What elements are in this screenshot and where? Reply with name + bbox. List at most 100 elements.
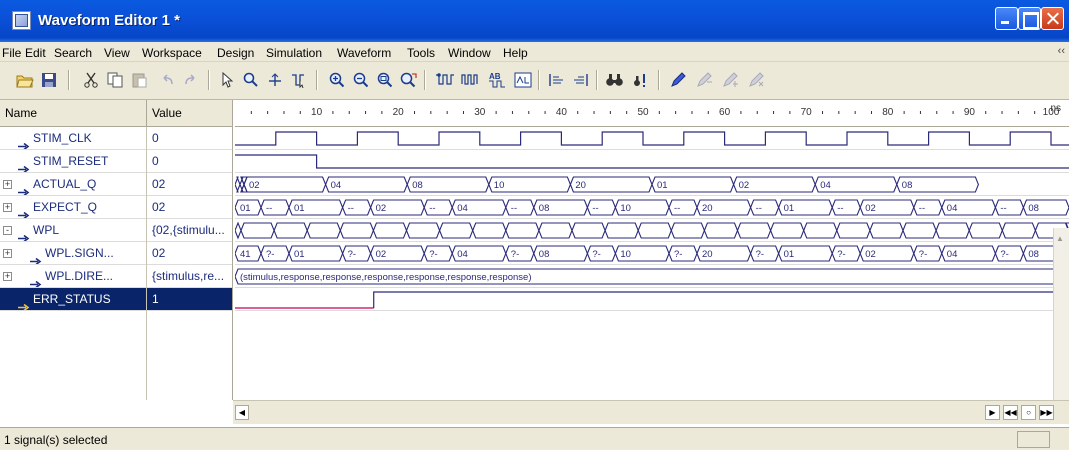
align-left-icon[interactable] [546,69,568,91]
zoom-icon[interactable] [240,69,262,91]
menu-tools[interactable]: Tools [407,46,435,60]
signal-row[interactable]: - WPL [0,219,146,242]
expand-icon[interactable]: + [3,272,12,281]
signal-name: ACTUAL_Q [33,177,97,191]
bus-segment [306,222,341,239]
vertical-scrollbar[interactable]: ▲ [1053,228,1069,400]
copy-icon[interactable] [104,69,126,91]
expand-icon[interactable]: + [3,203,12,212]
signal-row[interactable]: STIM_CLK [0,127,146,150]
bus-value-label: -- [592,203,598,214]
signal-name: ERR_STATUS [33,292,111,306]
zoom-fit-icon[interactable] [374,69,396,91]
expand-icon[interactable]: + [3,180,12,189]
value-row[interactable]: 02 [147,173,232,196]
redo-icon[interactable] [180,69,202,91]
bus-icon[interactable] [434,69,456,91]
value-row[interactable]: 02 [147,242,232,265]
collapse-icon[interactable]: - [3,226,12,235]
horizontal-scrollbar[interactable]: ◀ ▶ ◀◀ ○ ▶▶ [233,400,1069,424]
signal-row[interactable]: + WPL.SIGN... [0,242,146,265]
signal-name: WPL.SIGN... [45,246,114,260]
scroll-left-button[interactable]: ◀ [235,405,249,420]
signal-arrow-icon [18,158,30,172]
value-row[interactable]: 0 [147,150,232,173]
menu-overflow-icon[interactable]: ‹‹ [1058,45,1065,57]
signal-row[interactable]: + EXPECT_Q [0,196,146,219]
bus-value-label: 01 [294,249,305,260]
bus-value-label: ?- [348,249,356,260]
go-start-button[interactable]: ◀◀ [1003,405,1018,420]
value-row[interactable]: {02,{stimulu... [147,219,232,242]
column-header-name[interactable]: Name [0,100,147,127]
status-text: 1 signal(s) selected [4,433,108,447]
signal-row[interactable]: + ACTUAL_Q [0,173,146,196]
go-end-button[interactable]: ▶▶ [1039,405,1054,420]
bus-value-label: ?- [266,249,274,260]
maximize-button[interactable] [1018,7,1041,30]
value-row[interactable]: 0 [147,127,232,150]
find-next-icon[interactable] [630,69,652,91]
column-header-value[interactable]: Value [147,100,233,127]
scroll-right-button[interactable]: ▶ [985,405,1000,420]
time-ruler[interactable]: 10 20 30 40 50 60 70 80 90 100 ns [235,100,1069,127]
go-center-button[interactable]: ○ [1021,405,1036,420]
bus-value-label: 08 [1028,203,1039,214]
menu-view[interactable]: View [104,46,130,60]
menu-workspace[interactable]: Workspace [142,46,202,60]
signal-value: 1 [152,292,159,306]
bus-segment [372,222,408,239]
menu-edit[interactable]: Edit [25,46,46,60]
zoom-out-icon[interactable] [350,69,372,91]
menu-help[interactable]: Help [503,46,528,60]
zoom-region-icon[interactable] [398,69,420,91]
waveform-area[interactable]: 02 04 08 10 20 01 02 04 08 01 -- 01 -- 02 -- 04 -- 08 -- 10… [234,127,1069,400]
bus-value-label: 01 [240,203,251,214]
minimize-button[interactable] [995,7,1018,30]
bus-value-label: (stimulus,response,response,response,res… [240,272,532,283]
scroll-up-icon[interactable]: ▲ [1056,234,1064,243]
bus-value-label: -- [1000,203,1006,214]
bus-wave: 02 04 08 10 20 01 02 04 08 [234,176,979,193]
menu-simulation[interactable]: Simulation [266,46,322,60]
bus-segment [339,222,374,239]
cut-icon[interactable] [80,69,102,91]
insert-marker-icon[interactable] [264,69,286,91]
pointer-icon[interactable] [216,69,238,91]
clock-icon[interactable] [460,69,482,91]
signal-row[interactable]: + WPL.DIRE... [0,265,146,288]
value-row[interactable]: 02 [147,196,232,219]
formula-icon[interactable] [512,69,534,91]
ab-format-icon[interactable]: AB [486,69,508,91]
bus-segment [902,222,937,239]
menu-window[interactable]: Window [448,46,491,60]
title-bar[interactable]: Waveform Editor 1 * [0,0,1069,42]
menu-file[interactable]: File [2,46,21,60]
bus-value-label: -- [919,203,925,214]
signal-arrow-icon [18,296,30,310]
value-row[interactable]: 1 [147,288,232,311]
align-right-icon[interactable] [570,69,592,91]
ruler-tick-label: 60 [719,107,731,118]
find-icon[interactable] [604,69,626,91]
open-icon[interactable] [14,69,36,91]
zoom-in-icon[interactable] [326,69,348,91]
close-button[interactable] [1041,7,1064,30]
pen-icon[interactable] [668,69,690,91]
paste-icon[interactable] [128,69,150,91]
wave-edit-2-icon[interactable] [720,69,742,91]
undo-icon[interactable] [156,69,178,91]
menu-search[interactable]: Search [54,46,92,60]
select-region-icon[interactable] [288,69,310,91]
wave-edit-3-icon[interactable] [746,69,768,91]
signal-arrow-icon [30,273,42,287]
signal-row[interactable]: STIM_RESET [0,150,146,173]
expand-icon[interactable]: + [3,249,12,258]
menu-waveform[interactable]: Waveform [337,46,391,60]
menu-design[interactable]: Design [217,46,254,60]
bus-segment [405,222,441,239]
value-row[interactable]: {stimulus,re... [147,265,232,288]
signal-row[interactable]: ERR_STATUS [0,288,146,311]
save-icon[interactable] [38,69,60,91]
wave-edit-1-icon[interactable] [694,69,716,91]
